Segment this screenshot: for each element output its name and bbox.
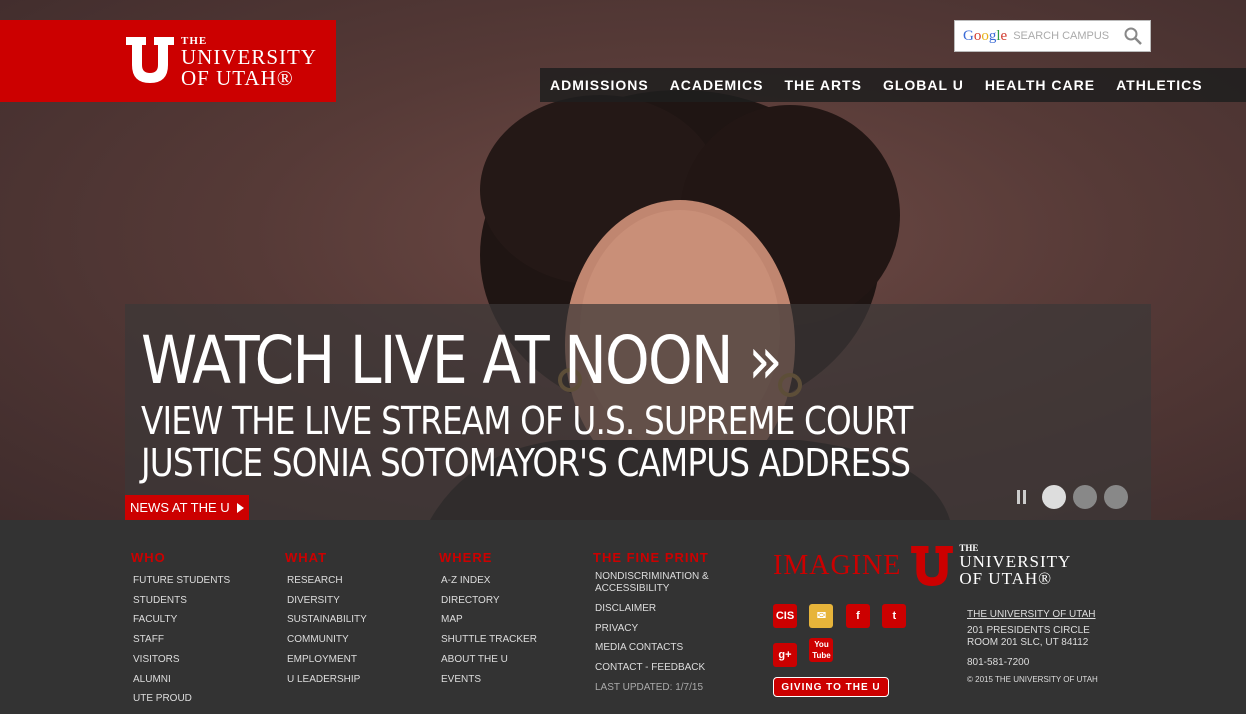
mail-icon[interactable]: ✉ [809, 604, 834, 628]
footer-link[interactable]: DIVERSITY [287, 591, 367, 611]
imagine-word: IMAGINE [773, 549, 902, 581]
slider-controls [1016, 485, 1135, 509]
footer-link[interactable]: UTE PROUD [133, 689, 230, 709]
googleplus-icon[interactable]: g+ [773, 643, 797, 667]
slide-dot[interactable] [1104, 485, 1128, 509]
address-line1: 201 PRESIDENTS CIRCLE [967, 625, 1090, 636]
facebook-icon[interactable]: f [845, 604, 870, 628]
footer-link[interactable]: ALUMNI [133, 670, 230, 690]
hero-subtitle: VIEW THE LIVE STREAM OF U.S. SUPREME COU… [141, 399, 913, 485]
twitter-icon[interactable]: t [882, 604, 907, 628]
footer-link[interactable]: FUTURE STUDENTS [133, 571, 230, 591]
university-logo[interactable]: THE UNIVERSITY OF UTAH® [0, 20, 336, 102]
footer-link[interactable]: STUDENTS [133, 591, 230, 611]
footer-link[interactable]: SHUTTLE TRACKER [441, 630, 537, 650]
footer-heading-where: WHERE [439, 550, 493, 565]
footer-link[interactable]: FACULTY [133, 610, 230, 630]
footer-col-where: WHERE A-Z INDEX DIRECTORY MAP SHUTTLE TR… [439, 550, 537, 690]
footer-col-who: WHO FUTURE STUDENTS STUDENTS FACULTY STA… [131, 550, 230, 709]
address-line2: ROOM 201 SLC, UT 84112 [967, 637, 1089, 648]
copyright: © 2015 THE UNIVERSITY OF UTAH [967, 675, 1098, 684]
search-icon[interactable] [1124, 27, 1142, 45]
search-box: Google [954, 20, 1151, 52]
search-input[interactable] [1013, 30, 1114, 42]
footer-link[interactable]: EVENTS [441, 670, 537, 690]
footer-heading-who: WHO [131, 550, 166, 565]
footer-col-what: WHAT RESEARCH DIVERSITY SUSTAINABILITY C… [285, 550, 367, 690]
footer-link[interactable]: MEDIA CONTACTS [595, 638, 725, 658]
social-links: CIS ✉ f t g+ You Tube [773, 604, 943, 677]
university-name-link[interactable]: THE UNIVERSITY OF UTAH [967, 609, 1098, 621]
nav-academics[interactable]: ACADEMICS [670, 77, 764, 93]
last-updated: LAST UPDATED: 1/7/15 [595, 681, 704, 693]
google-logo: Google [963, 27, 1008, 44]
hero-section: THE UNIVERSITY OF UTAH® Google ADMISSION… [0, 0, 1246, 520]
imagine-university: UNIVERSITY [959, 552, 1072, 571]
giving-button[interactable]: GIVING TO THE U [773, 677, 889, 697]
imagine-logo[interactable]: IMAGINE THE UNIVERSITY OF UTAH® [773, 544, 1072, 588]
footer-link[interactable]: DIRECTORY [441, 591, 537, 611]
cis-icon[interactable]: CIS [773, 604, 797, 628]
nav-health-care[interactable]: HEALTH CARE [985, 77, 1095, 93]
footer-link[interactable]: PRIVACY [595, 619, 725, 639]
play-arrow-icon [236, 502, 244, 513]
logo-of-utah: OF UTAH® [181, 66, 294, 90]
address-block: THE UNIVERSITY OF UTAH 201 PRESIDENTS CI… [967, 609, 1098, 686]
footer-link[interactable]: SUSTAINABILITY [287, 610, 367, 630]
news-tag-label: NEWS AT THE U [130, 500, 230, 515]
pause-icon[interactable] [1016, 490, 1028, 504]
footer-link[interactable]: A-Z INDEX [441, 571, 537, 591]
logo-wordmark: THE UNIVERSITY OF UTAH® [181, 36, 317, 89]
hero-title[interactable]: WATCH LIVE AT NOON » [141, 322, 783, 399]
footer-link[interactable]: VISITORS [133, 650, 230, 670]
nav-the-arts[interactable]: THE ARTS [784, 77, 861, 93]
block-u-icon [126, 37, 174, 83]
footer-link[interactable]: RESEARCH [287, 571, 367, 591]
footer-link[interactable]: EMPLOYMENT [287, 650, 367, 670]
hero-banner[interactable]: WATCH LIVE AT NOON » VIEW THE LIVE STREA… [125, 304, 1151, 520]
imagine-wordmark: THE UNIVERSITY OF UTAH® [959, 544, 1072, 588]
footer-col-fineprint: THE FINE PRINT NONDISCRIMINATION & ACCES… [593, 550, 725, 698]
nav-athletics[interactable]: ATHLETICS [1116, 77, 1203, 93]
slide-dot[interactable] [1042, 485, 1066, 509]
logo-university: UNIVERSITY [181, 45, 317, 69]
footer-heading-what: WHAT [285, 550, 328, 565]
slide-dot[interactable] [1073, 485, 1097, 509]
main-nav: ADMISSIONS ACADEMICS THE ARTS GLOBAL U H… [540, 68, 1246, 102]
footer-link[interactable]: COMMUNITY [287, 630, 367, 650]
footer-link[interactable]: NONDISCRIMINATION & ACCESSIBILITY [595, 571, 725, 595]
footer: WHO FUTURE STUDENTS STUDENTS FACULTY STA… [0, 520, 1246, 714]
nav-global-u[interactable]: GLOBAL U [883, 77, 964, 93]
footer-link[interactable]: CONTACT - FEEDBACK [595, 658, 725, 678]
youtube-icon[interactable]: You Tube [809, 638, 834, 662]
footer-heading-fineprint: THE FINE PRINT [593, 550, 709, 565]
footer-link[interactable]: MAP [441, 610, 537, 630]
block-u-icon [911, 545, 954, 586]
phone-number: 801-581-7200 [967, 657, 1030, 668]
footer-link[interactable]: DISCLAIMER [595, 599, 725, 619]
footer-link[interactable]: STAFF [133, 630, 230, 650]
news-tag[interactable]: NEWS AT THE U [125, 495, 249, 520]
nav-admissions[interactable]: ADMISSIONS [550, 77, 649, 93]
imagine-of-utah: OF UTAH® [959, 569, 1053, 588]
footer-link[interactable]: U LEADERSHIP [287, 670, 367, 690]
footer-link[interactable]: ABOUT THE U [441, 650, 537, 670]
